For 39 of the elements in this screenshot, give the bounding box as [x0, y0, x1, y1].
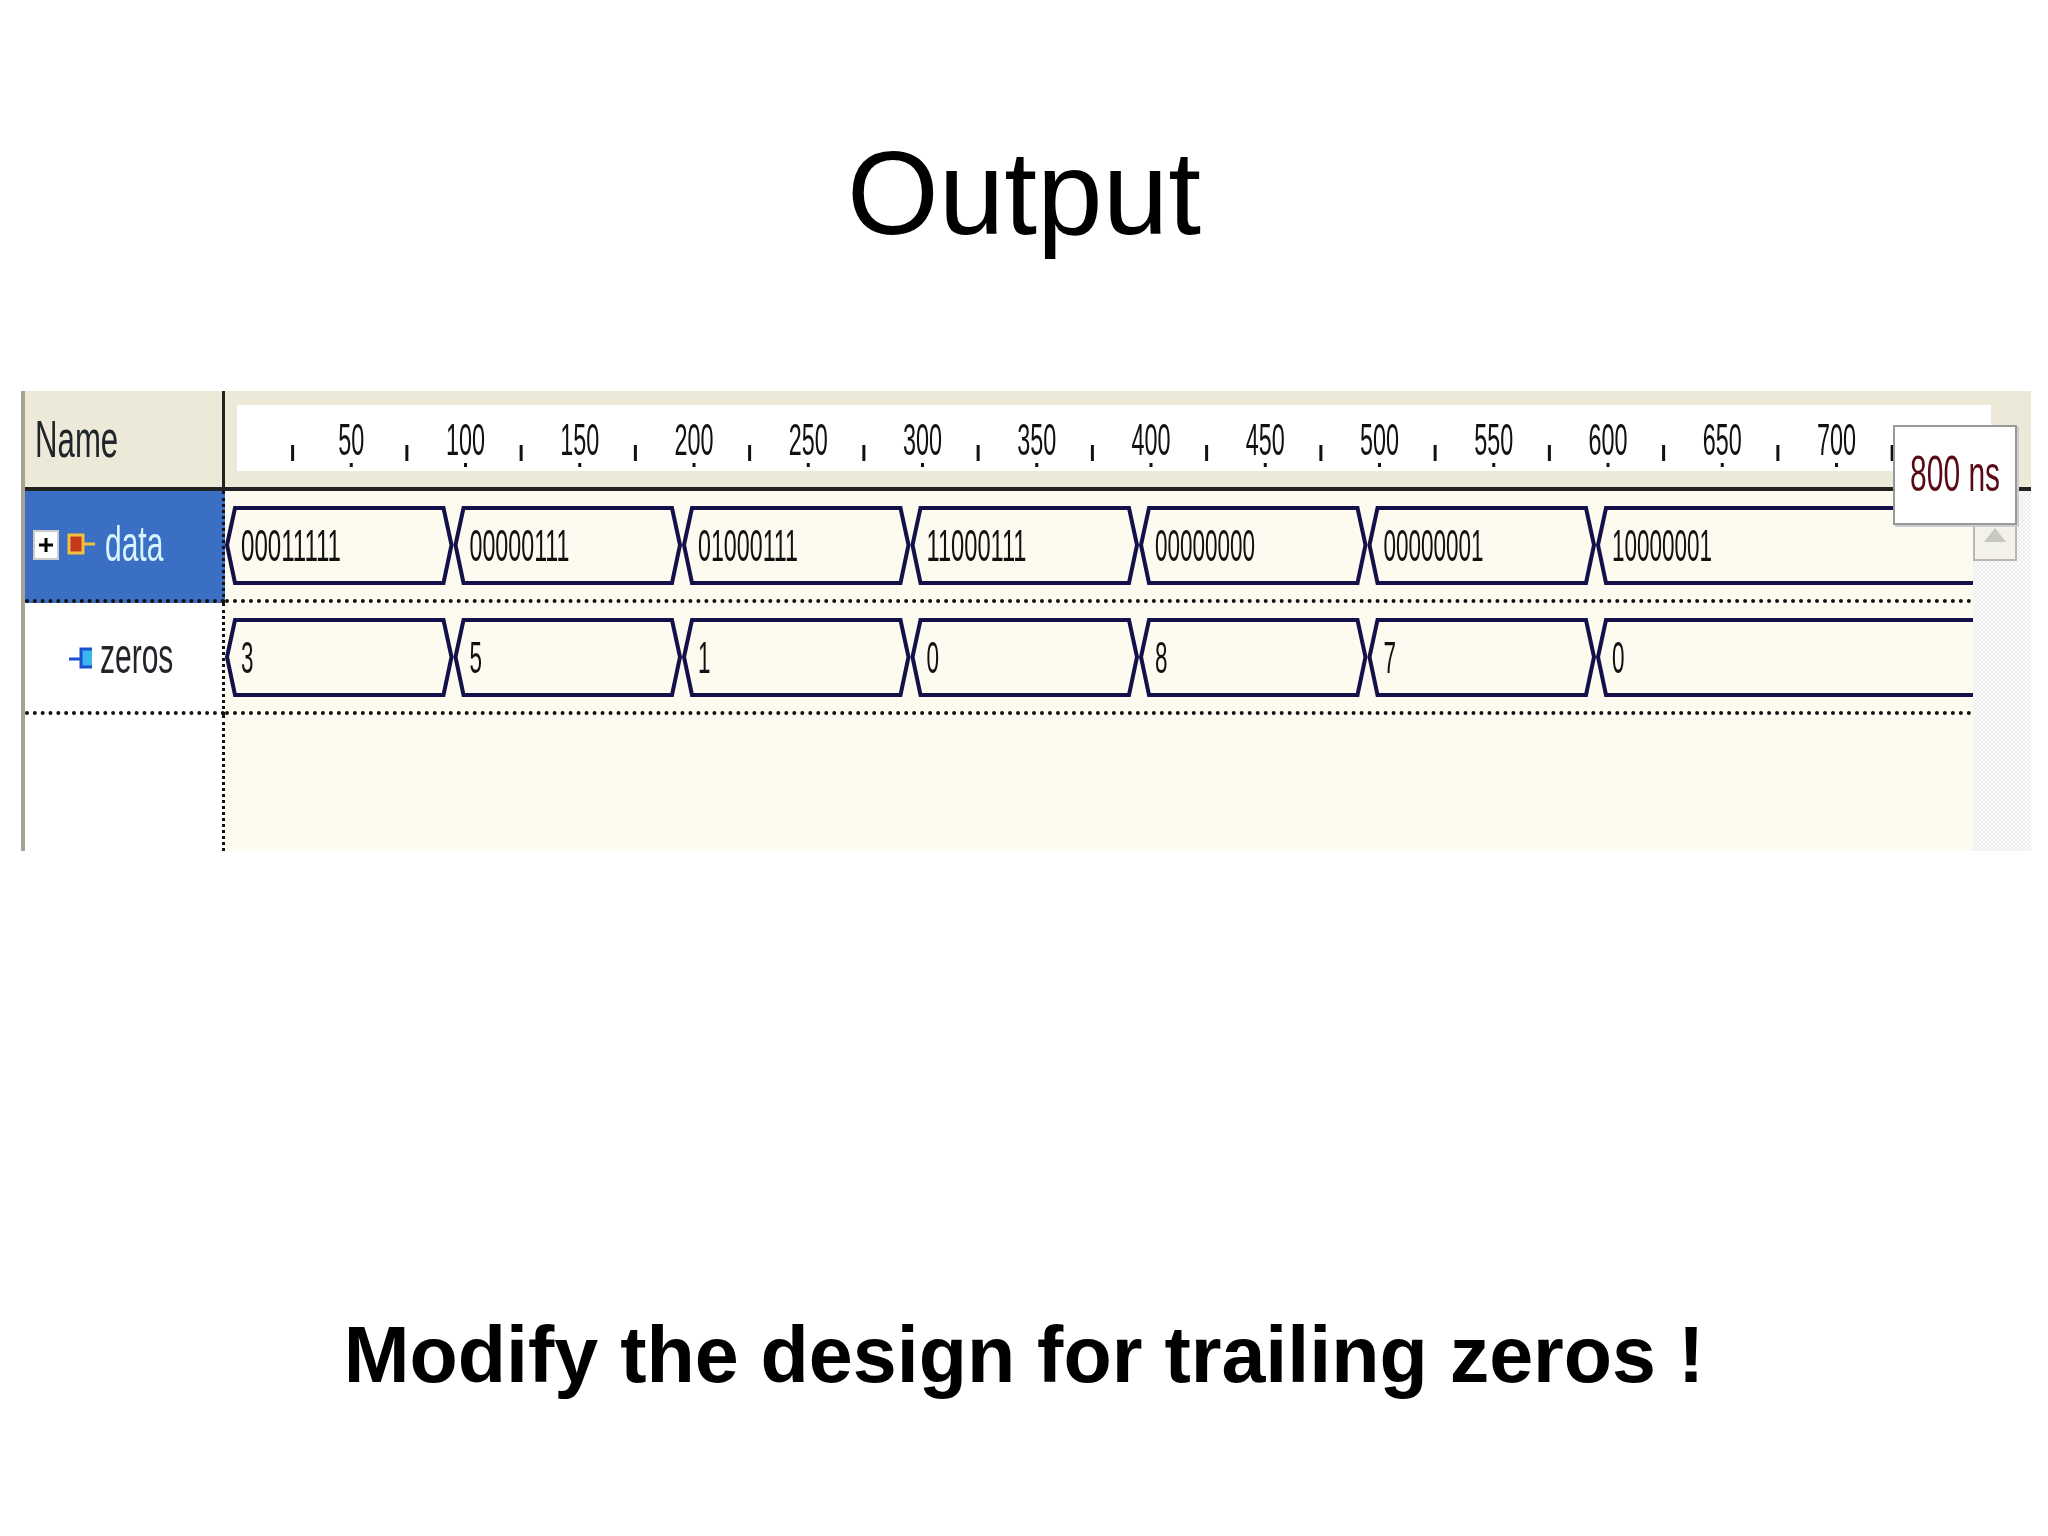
up-arrow-icon [1984, 527, 2006, 542]
time-label: 100 [446, 414, 520, 464]
signal-value: 0 [1595, 617, 1973, 697]
time-label: 150 [560, 414, 634, 464]
time-label: 50 [338, 414, 388, 464]
signal-value: 5 [453, 617, 683, 697]
slide-title: Output [846, 126, 1202, 261]
time-label: 700 [1817, 414, 1891, 464]
signal-value: 1 [681, 617, 911, 697]
time-label: 300 [903, 414, 977, 464]
time-label: 600 [1588, 414, 1662, 464]
signal-value: 0 [910, 617, 1140, 697]
expand-icon[interactable] [33, 529, 59, 560]
time-label: 650 [1702, 414, 1777, 464]
time-label: 400 [1131, 414, 1205, 464]
signal-name: data [105, 515, 164, 575]
input-port-icon [67, 532, 97, 557]
signal-value: 7 [1367, 617, 1597, 697]
cursor-time-tooltip: 800 ns [1893, 424, 2017, 525]
time-label: 500 [1360, 414, 1434, 464]
signal-value: 11000111 [910, 505, 1140, 585]
slide-footer: Modify the design for trailing zeros ! [343, 1305, 1705, 1405]
signal-value: 3 [225, 617, 454, 697]
signal-value: 10000001 [1595, 505, 1973, 585]
time-label: 200 [674, 414, 748, 464]
signal-value: 8 [1138, 617, 1368, 697]
signal-row[interactable]: data [25, 490, 225, 603]
signal-name: zeros [99, 627, 174, 687]
signal-value: 00011111 [225, 505, 454, 585]
time-label: 450 [1245, 414, 1320, 464]
signal-value: 00000000 [1138, 505, 1368, 585]
signal-value: 00000001 [1367, 505, 1597, 585]
signal-row[interactable]: zeros [25, 602, 225, 715]
time-label: 250 [788, 414, 863, 464]
time-label: 350 [1017, 414, 1091, 464]
time-label: 550 [1474, 414, 1548, 464]
signal-value: 01000111 [681, 505, 911, 585]
signal-value: 00000111 [453, 505, 683, 585]
column-header: Name [25, 390, 225, 491]
